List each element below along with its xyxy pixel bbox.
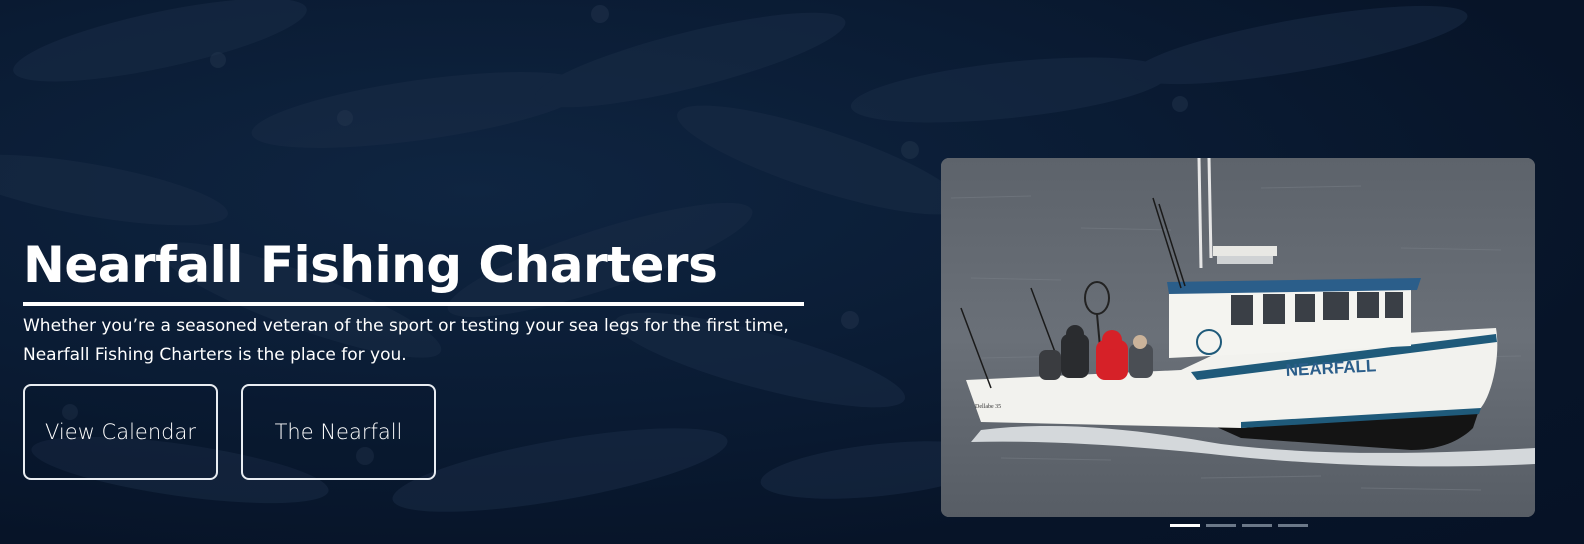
hero-section: Nearfall Fishing Charters Whether you’re… xyxy=(0,0,1584,544)
slide-indicator-3[interactable] xyxy=(1242,524,1272,527)
slide-indicator-2[interactable] xyxy=(1206,524,1236,527)
slide-indicator-1[interactable] xyxy=(1170,524,1200,527)
hero-description: Whether you’re a seasoned veteran of the… xyxy=(23,312,813,370)
hero-text-block: Nearfall Fishing Charters Whether you’re… xyxy=(23,232,813,370)
the-nearfall-button[interactable]: The Nearfall xyxy=(241,384,436,480)
slide-indicator-4[interactable] xyxy=(1278,524,1308,527)
boat-photo: NEARFALL Dellabe 35 xyxy=(941,158,1535,517)
hero-description-line-2: Nearfall Fishing Charters is the place f… xyxy=(23,345,407,365)
hull-mark-text: Dellabe 35 xyxy=(975,404,1001,410)
slider-indicators xyxy=(1170,524,1308,527)
photo-slider[interactable]: NEARFALL Dellabe 35 xyxy=(941,158,1535,517)
title-underline xyxy=(23,302,804,306)
view-calendar-button[interactable]: View Calendar xyxy=(23,384,218,480)
page-title: Nearfall Fishing Charters xyxy=(23,236,718,294)
hero-description-line-1: Whether you’re a seasoned veteran of the… xyxy=(23,316,789,336)
